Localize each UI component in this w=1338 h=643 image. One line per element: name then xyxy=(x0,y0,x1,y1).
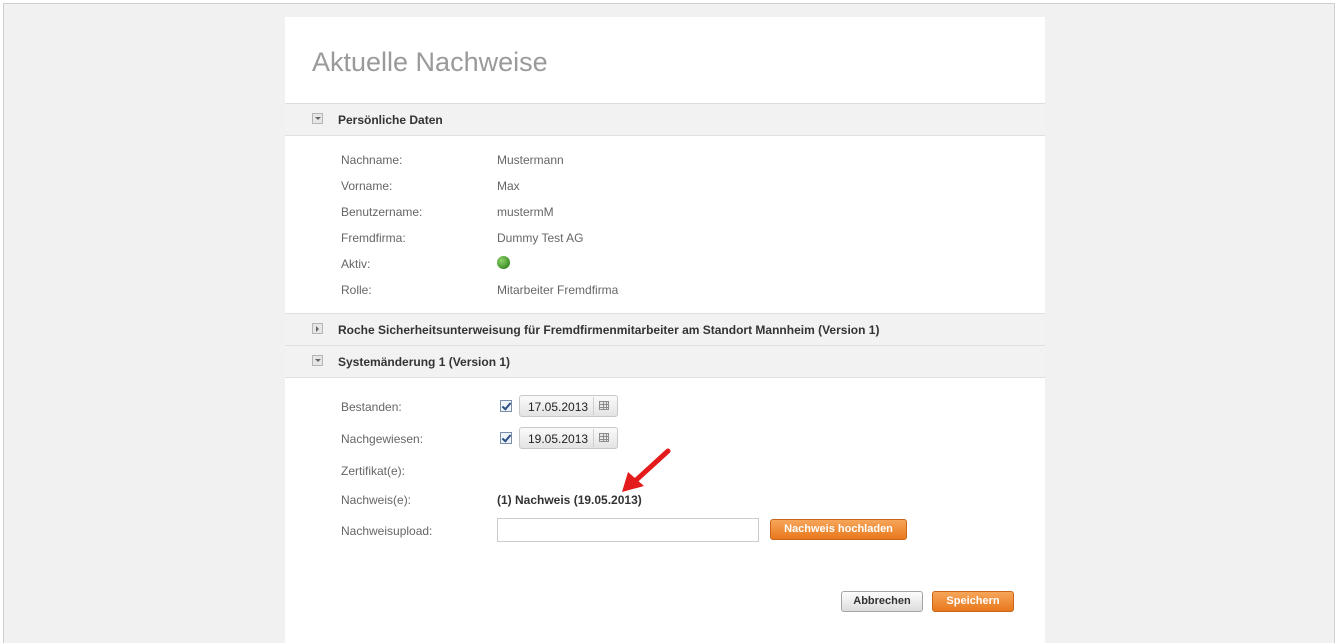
section-title-roche: Roche Sicherheitsunterweisung für Fremdf… xyxy=(338,323,880,337)
green-status-dot-icon xyxy=(497,256,510,269)
upload-input[interactable] xyxy=(497,518,759,542)
field-value: Mustermann xyxy=(497,153,564,167)
field-label: Benutzername: xyxy=(341,205,423,219)
field-label: Nachname: xyxy=(341,153,403,167)
chevron-right-icon xyxy=(316,326,319,332)
check-icon xyxy=(501,432,512,443)
expand-toggle-icon[interactable] xyxy=(312,323,323,334)
upload-button[interactable]: Nachweis hochladen xyxy=(770,519,907,540)
nachgewiesen-checkbox[interactable] xyxy=(500,432,512,444)
section-header-personal[interactable]: Persönliche Daten xyxy=(285,104,1045,136)
chevron-down-icon xyxy=(315,359,321,362)
nachweis-link[interactable]: (1) Nachweis (19.05.2013) xyxy=(497,493,642,507)
field-label: Nachweisupload: xyxy=(341,524,433,538)
status-value xyxy=(497,256,510,272)
date-value: 17.05.2013 xyxy=(528,400,589,414)
annotation-arrow-icon xyxy=(622,448,671,492)
section-header-system[interactable]: Systemänderung 1 (Version 1) xyxy=(285,346,1045,378)
field-value: Dummy Test AG xyxy=(497,231,584,245)
field-label: Nachweis(e): xyxy=(341,493,412,507)
section-title-system: Systemänderung 1 (Version 1) xyxy=(338,355,511,369)
cancel-button[interactable]: Abbrechen xyxy=(841,591,923,612)
check-icon xyxy=(501,400,512,411)
bestanden-date-field[interactable]: 17.05.2013 xyxy=(519,395,618,417)
field-label: Aktiv: xyxy=(341,257,371,271)
date-value: 19.05.2013 xyxy=(528,432,589,446)
field-label: Vorname: xyxy=(341,179,393,193)
field-label: Bestanden: xyxy=(341,400,402,414)
main-panel: Aktuelle Nachweise Persönliche Daten Nac… xyxy=(285,17,1045,643)
section-header-roche[interactable]: Roche Sicherheitsunterweisung für Fremdf… xyxy=(285,313,1045,346)
section-title-personal: Persönliche Daten xyxy=(338,113,443,127)
chevron-down-icon xyxy=(315,117,321,120)
field-value: mustermM xyxy=(497,205,554,219)
page-title: Aktuelle Nachweise xyxy=(312,47,548,77)
bestanden-checkbox[interactable] xyxy=(500,400,512,412)
field-label: Zertifikat(e): xyxy=(341,464,406,478)
calendar-button[interactable] xyxy=(593,397,614,415)
collapse-toggle-icon[interactable] xyxy=(312,113,323,124)
save-button[interactable]: Speichern xyxy=(932,591,1014,612)
calendar-icon xyxy=(599,401,609,410)
calendar-icon xyxy=(599,433,609,442)
collapse-toggle-icon[interactable] xyxy=(312,355,323,366)
field-label: Nachgewiesen: xyxy=(341,432,424,446)
field-label: Rolle: xyxy=(341,283,372,297)
nachgewiesen-date-field[interactable]: 19.05.2013 xyxy=(519,427,618,449)
calendar-button[interactable] xyxy=(593,429,614,447)
field-value: Max xyxy=(497,179,520,193)
field-value: Mitarbeiter Fremdfirma xyxy=(497,283,619,297)
field-label: Fremdfirma: xyxy=(341,231,406,245)
